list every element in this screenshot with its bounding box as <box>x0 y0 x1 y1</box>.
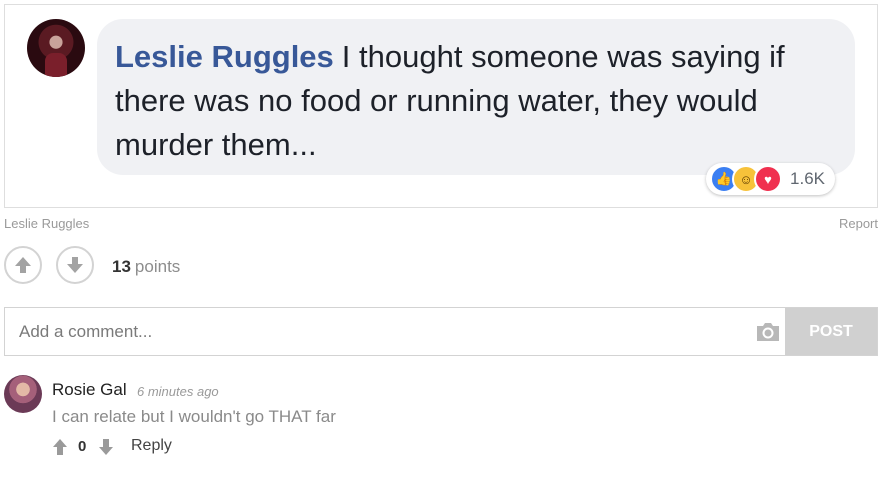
upvote-button[interactable] <box>4 246 42 284</box>
reaction-count: 1.6K <box>790 169 825 188</box>
fb-avatar <box>27 19 85 77</box>
points-value: 13 <box>112 257 131 276</box>
comment-text: I can relate but I wouldn't go THAT far <box>52 407 336 426</box>
camera-icon[interactable] <box>755 320 781 344</box>
comment-input[interactable] <box>5 308 745 355</box>
fb-reactions: 👍 ☺ ♥ 1.6K <box>706 163 835 195</box>
comment-author[interactable]: Rosie Gal <box>52 380 127 400</box>
post-button[interactable]: POST <box>785 308 877 355</box>
commenter-avatar[interactable] <box>4 375 42 413</box>
comment-score: 0 <box>78 438 87 455</box>
fb-commenter-name: Leslie Ruggles <box>115 39 334 74</box>
comment-timestamp: 6 minutes ago <box>137 384 219 399</box>
comment-downvote-icon[interactable] <box>98 438 114 456</box>
points-label: points <box>134 257 181 276</box>
fb-comment-bubble: Leslie Ruggles I thought someone was sayi… <box>97 19 855 175</box>
downvote-button[interactable] <box>56 246 94 284</box>
reply-button[interactable]: Reply <box>131 437 172 455</box>
love-icon: ♥ <box>754 165 783 193</box>
comment-upvote-icon[interactable] <box>52 438 68 456</box>
post-image: Leslie Ruggles I thought someone was sayi… <box>4 4 878 208</box>
post-author: Leslie Ruggles <box>4 216 90 231</box>
report-link[interactable]: Report <box>839 216 878 231</box>
comment-form: POST <box>4 307 878 356</box>
points-display: 13 points <box>112 257 180 277</box>
arrow-up-icon <box>15 257 31 273</box>
arrow-down-icon <box>67 257 83 273</box>
